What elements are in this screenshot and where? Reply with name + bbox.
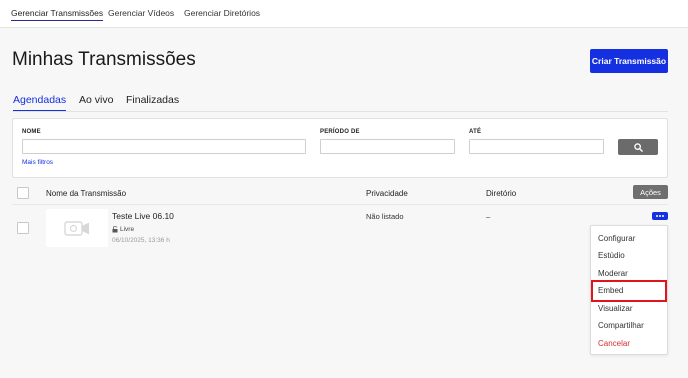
tabs-divider — [12, 111, 668, 112]
video-camera-icon — [64, 220, 89, 236]
table-header: Nome da Transmissão Privacidade Diretóri… — [12, 185, 668, 203]
row-actions-menu: Configurar Estúdio Moderar Embed Visuali… — [590, 225, 668, 355]
access-badge: Livre — [112, 226, 134, 233]
broadcast-title[interactable]: Teste Live 06.10 — [112, 211, 174, 221]
name-filter-input[interactable] — [22, 139, 306, 154]
table-row: Teste Live 06.10 Livre 06/10/2025, 13:36… — [12, 206, 668, 248]
create-broadcast-button[interactable]: Criar Transmissão — [590, 49, 668, 73]
broadcast-privacy: Não listado — [366, 212, 404, 221]
page-title: Minhas Transmissões — [12, 49, 196, 70]
nav-manage-directories[interactable]: Gerenciar Diretórios — [184, 8, 260, 18]
unlock-icon — [112, 226, 118, 233]
menu-item-share[interactable]: Compartilhar — [598, 321, 644, 330]
search-icon — [633, 142, 643, 152]
column-name: Nome da Transmissão — [46, 189, 127, 198]
top-navigation: Gerenciar Transmissões Gerenciar Vídeos … — [0, 0, 688, 28]
column-directory: Diretório — [486, 189, 517, 198]
tab-live[interactable]: Ao vivo — [79, 94, 113, 112]
menu-item-configure[interactable]: Configurar — [598, 234, 635, 243]
tab-scheduled[interactable]: Agendadas — [13, 94, 67, 112]
broadcast-thumbnail[interactable] — [46, 209, 108, 247]
nav-manage-broadcasts[interactable]: Gerenciar Transmissões — [11, 8, 104, 21]
bulk-actions-button[interactable]: Ações — [633, 185, 668, 199]
period-from-input[interactable] — [320, 139, 455, 154]
broadcast-date: 06/10/2025, 13:36 h — [112, 237, 170, 244]
row-actions-button[interactable] — [652, 212, 668, 220]
period-until-input[interactable] — [469, 139, 604, 154]
header-divider — [12, 204, 668, 205]
tab-finished[interactable]: Finalizadas — [126, 94, 179, 112]
more-dot — [659, 215, 661, 217]
more-dot — [662, 215, 664, 217]
row-checkbox[interactable] — [17, 222, 29, 234]
menu-item-cancel[interactable]: Cancelar — [598, 339, 630, 348]
column-privacy: Privacidade — [366, 189, 408, 198]
filters-panel: NOME PERÍODO DE ATÉ Mais filtros — [12, 118, 668, 178]
period-until-label: ATÉ — [469, 129, 482, 135]
period-from-label: PERÍODO DE — [320, 129, 360, 135]
broadcast-directory: – — [486, 212, 491, 221]
menu-item-view[interactable]: Visualizar — [598, 304, 633, 313]
menu-item-studio[interactable]: Estúdio — [598, 251, 625, 260]
menu-item-embed[interactable]: Embed — [598, 286, 623, 295]
name-filter-label: NOME — [22, 129, 41, 135]
access-badge-label: Livre — [120, 226, 135, 233]
more-dots-icon — [656, 215, 658, 217]
menu-item-moderate[interactable]: Moderar — [598, 269, 628, 278]
search-button[interactable] — [618, 139, 658, 155]
more-filters-link[interactable]: Mais filtros — [22, 159, 53, 166]
nav-manage-videos[interactable]: Gerenciar Vídeos — [108, 8, 174, 18]
select-all-checkbox[interactable] — [17, 187, 29, 199]
